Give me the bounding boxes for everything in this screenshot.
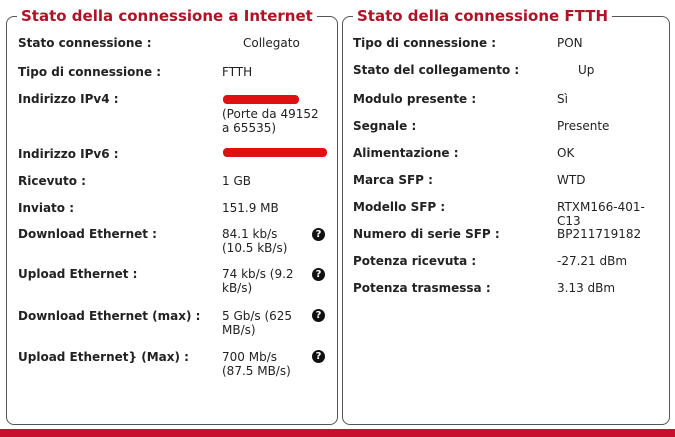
value-sfp-model: RTXM166-401-C13 [557, 200, 645, 228]
label-ipv6: Indirizzo IPv6 : [18, 147, 119, 161]
value-ipv4-ports: (Porte da 49152 a 65535) [222, 107, 319, 135]
value-module-present: Sì [557, 92, 568, 106]
label-connection-type: Tipo di connessione : [18, 65, 162, 79]
label-download-ethernet-max: Download Ethernet (max) : [18, 309, 201, 323]
label-ipv4: Indirizzo IPv4 : [18, 92, 119, 106]
label-rx-power: Potenza ricevuta : [353, 254, 477, 268]
label-module-present: Modulo presente : [353, 92, 477, 106]
value-tx-power: 3.13 dBm [557, 281, 616, 295]
label-download-ethernet: Download Ethernet : [18, 227, 157, 241]
bottom-brand-strip [0, 429, 675, 437]
ftth-status-title: Stato della connessione FTTH [353, 7, 613, 25]
label-connection-status: Stato connessione : [18, 36, 152, 50]
value-sent: 151.9 MB [222, 201, 279, 215]
internet-status-panel: Stato della connessione a Internet Stato… [6, 7, 338, 425]
value-connection-status: Collegato [243, 36, 300, 50]
label-sfp-model: Modello SFP : [353, 200, 446, 214]
label-power-supply: Alimentazione : [353, 146, 459, 160]
ipv6-redaction [223, 148, 327, 157]
value-connection-type: FTTH [222, 65, 253, 79]
label-received: Ricevuto : [18, 174, 86, 188]
ftth-status-panel: Stato della connessione FTTH Tipo di con… [342, 7, 670, 425]
label-upload-ethernet: Upload Ethernet : [18, 267, 138, 281]
value-upload-ethernet: 74 kb/s (9.2 kB/s) [222, 267, 294, 295]
help-download-ethernet-icon[interactable]: ? [312, 228, 325, 241]
internet-status-title: Stato della connessione a Internet [17, 7, 317, 25]
label-signal: Segnale : [353, 119, 417, 133]
value-download-ethernet: 84.1 kb/s (10.5 kB/s) [222, 227, 288, 255]
label-sfp-serial: Numero di serie SFP : [353, 227, 500, 241]
value-signal: Presente [557, 119, 610, 133]
value-sfp-serial: BP211719182 [557, 227, 642, 241]
help-upload-ethernet-max-icon[interactable]: ? [312, 350, 325, 363]
label-sfp-brand: Marca SFP : [353, 173, 433, 187]
page-frame: Stato della connessione a Internet Stato… [0, 0, 675, 437]
value-upload-ethernet-max: 700 Mb/s (87.5 MB/s) [222, 350, 291, 378]
value-rx-power: -27.21 dBm [557, 254, 628, 268]
help-upload-ethernet-icon[interactable]: ? [312, 268, 325, 281]
label-ftth-connection-type: Tipo di connessione : [353, 36, 497, 50]
help-download-ethernet-max-icon[interactable]: ? [312, 309, 325, 322]
value-sfp-brand: WTD [557, 173, 586, 187]
label-sent: Inviato : [18, 201, 74, 215]
label-upload-ethernet-max: Upload Ethernet} (Max) : [18, 350, 189, 364]
value-ftth-connection-type: PON [557, 36, 583, 50]
value-received: 1 GB [222, 174, 251, 188]
value-download-ethernet-max: 5 Gb/s (625 MB/s) [222, 309, 293, 337]
ipv4-redaction [223, 95, 299, 104]
label-tx-power: Potenza trasmessa : [353, 281, 491, 295]
value-link-status: Up [578, 63, 595, 77]
label-link-status: Stato del collegamento : [353, 63, 520, 77]
value-power-supply: OK [557, 146, 575, 160]
